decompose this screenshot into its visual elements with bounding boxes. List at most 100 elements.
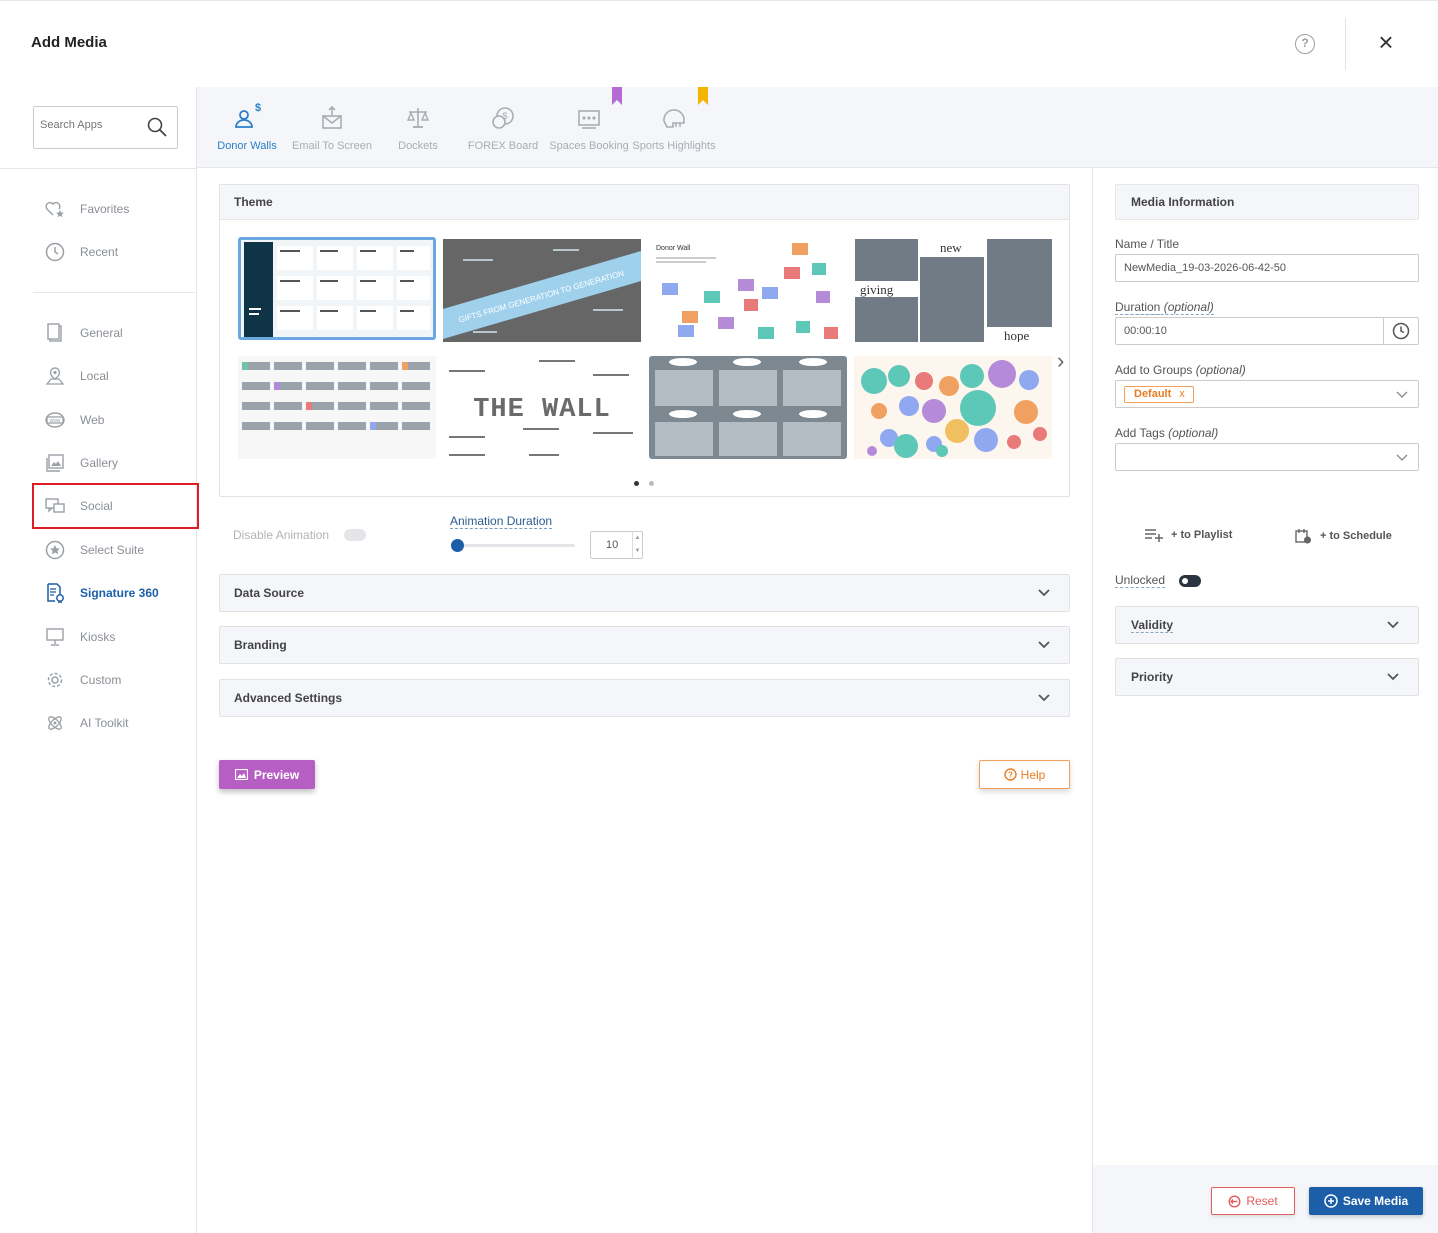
- app-sports-highlights[interactable]: Sports Highlights: [631, 99, 717, 152]
- theme-thumb-3[interactable]: Donor Wall: [648, 239, 846, 342]
- sidebar-item-select-suite[interactable]: Select Suite: [44, 539, 144, 561]
- help-button[interactable]: ? Help: [979, 760, 1070, 789]
- slider-handle[interactable]: [451, 539, 464, 552]
- sidebar-item-gallery[interactable]: Gallery: [44, 452, 118, 474]
- duration-value: 10: [606, 539, 619, 551]
- chip-remove-icon[interactable]: x: [1179, 388, 1185, 400]
- theme-thumb-6[interactable]: THE WALL: [443, 356, 641, 459]
- page-dot[interactable]: [649, 481, 654, 486]
- tags-select[interactable]: [1115, 443, 1419, 471]
- tags-label: Add Tags (optional): [1115, 426, 1218, 440]
- groups-select[interactable]: Default x: [1115, 380, 1419, 408]
- search-input[interactable]: [40, 119, 140, 131]
- sidebar-item-label: Favorites: [80, 202, 130, 216]
- theme-preview-art: [649, 356, 847, 459]
- search-icon[interactable]: [147, 117, 167, 137]
- theme-thumb-8[interactable]: [854, 356, 1052, 459]
- section-data-source[interactable]: Data Source: [219, 574, 1070, 612]
- question-circle-icon[interactable]: ?: [1295, 34, 1315, 54]
- optional-text: (optional): [1195, 363, 1246, 377]
- page-dot-active[interactable]: [634, 481, 639, 486]
- app-donor-walls[interactable]: $ Donor Walls: [204, 99, 290, 152]
- sidebar-item-label: Kiosks: [80, 630, 116, 644]
- number-stepper[interactable]: ▲ ▼: [632, 532, 642, 558]
- theme-thumb-5[interactable]: [238, 356, 436, 459]
- search-divider: [0, 168, 197, 169]
- currency-icon: $: [460, 99, 546, 131]
- sidebar-item-label: General: [80, 326, 123, 340]
- sidebar-item-favorites[interactable]: Favorites: [44, 198, 129, 220]
- gear-icon: [44, 669, 66, 691]
- section-advanced-settings[interactable]: Advanced Settings: [219, 679, 1070, 717]
- theme-preview-art: [854, 356, 1052, 459]
- sidebar-item-label: Web: [80, 413, 105, 427]
- optional-text: (optional): [1163, 300, 1214, 314]
- chevron-down-icon: [1396, 391, 1408, 398]
- name-title-input[interactable]: NewMedia_19-03-2026-06-42-50: [1115, 254, 1419, 282]
- theme-thumb-1[interactable]: [238, 237, 436, 340]
- sidebar-item-recent[interactable]: Recent: [44, 241, 118, 263]
- section-priority[interactable]: Priority: [1115, 658, 1419, 696]
- close-icon[interactable]: ×: [1374, 29, 1398, 55]
- section-branding[interactable]: Branding: [219, 626, 1070, 664]
- section-title: Validity: [1131, 618, 1174, 633]
- sidebar-item-label: Gallery: [80, 456, 119, 470]
- sidebar-item-general[interactable]: General: [44, 322, 123, 344]
- add-to-playlist-button[interactable]: + to Playlist: [1145, 528, 1232, 542]
- theme-preview-art: new giving hope: [854, 239, 1052, 342]
- disable-animation-label: Disable Animation: [233, 528, 330, 542]
- thumb-title-text: THE WALL: [473, 395, 611, 425]
- unlocked-toggle[interactable]: [1179, 575, 1201, 587]
- sidebar-item-local[interactable]: Local: [44, 365, 109, 387]
- section-validity[interactable]: Validity: [1115, 606, 1419, 644]
- section-title: Advanced Settings: [234, 691, 343, 705]
- duration-label-text: Duration: [1115, 300, 1161, 315]
- thumb-word-text: giving: [860, 282, 894, 297]
- group-chip-default: Default x: [1124, 386, 1194, 403]
- section-title: Priority: [1131, 670, 1174, 684]
- groups-label: Add to Groups (optional): [1115, 363, 1246, 377]
- sidebar-item-ai-toolkit[interactable]: AI Toolkit: [44, 712, 128, 734]
- chip-label: Default: [1134, 388, 1172, 400]
- sidebar-item-kiosks[interactable]: Kiosks: [44, 626, 115, 648]
- animation-duration-slider[interactable]: [455, 544, 575, 547]
- sidebar-item-label: AI Toolkit: [80, 716, 129, 730]
- duration-input[interactable]: 00:00:10: [1115, 317, 1419, 345]
- sidebar-item-signature-360[interactable]: Signature 360: [44, 582, 159, 604]
- save-label: Save Media: [1342, 1194, 1409, 1208]
- preview-button[interactable]: Preview: [219, 760, 315, 789]
- disable-animation-toggle[interactable]: [344, 529, 366, 541]
- preview-label: Preview: [253, 767, 300, 782]
- clock-picker-button[interactable]: [1383, 318, 1418, 344]
- app-email-to-screen[interactable]: Email To Screen: [289, 99, 375, 152]
- theme-thumb-2[interactable]: GIFTS FROM GENERATION TO GENERATION: [443, 239, 641, 342]
- sidebar-item-label: Select Suite: [80, 543, 145, 557]
- theme-thumb-4[interactable]: new giving hope: [854, 239, 1052, 342]
- app-label: FOREX Board: [467, 140, 539, 152]
- app-forex-board[interactable]: $ FOREX Board: [460, 99, 546, 152]
- playlist-add-icon: [1145, 529, 1163, 542]
- add-to-schedule-button[interactable]: + to Schedule: [1295, 528, 1392, 544]
- sidebar-item-web[interactable]: www Web: [44, 409, 104, 431]
- app-label: Donor Walls: [217, 140, 277, 152]
- scales-icon: [375, 99, 461, 131]
- app-spaces-booking[interactable]: Spaces Booking: [546, 99, 632, 152]
- to-playlist-label: + to Playlist: [1171, 529, 1233, 541]
- animation-duration-input[interactable]: 10 ▲ ▼: [590, 531, 643, 559]
- chevron-right-icon[interactable]: ›: [1057, 348, 1064, 374]
- sidebar-item-custom[interactable]: Custom: [44, 669, 121, 691]
- search-box[interactable]: [33, 106, 178, 149]
- theme-thumb-7[interactable]: [649, 356, 847, 459]
- help-label: Help: [1020, 767, 1046, 782]
- active-item-highlight: [32, 483, 199, 529]
- media-info-panel: Media Information Name / Title NewMedia_…: [1092, 168, 1438, 1233]
- donor-icon: $: [204, 99, 290, 131]
- new-badge-ribbon: [612, 87, 622, 105]
- duration-label: Duration (optional): [1115, 300, 1214, 315]
- theme-panel: Theme GIFTS FROM GENERATION TO GENERATIO…: [219, 184, 1070, 497]
- save-media-button[interactable]: Save Media: [1309, 1187, 1423, 1215]
- chevron-down-icon: [1387, 673, 1399, 681]
- app-dockets[interactable]: Dockets: [375, 99, 461, 152]
- reset-button[interactable]: Reset: [1211, 1187, 1295, 1215]
- animation-duration-label: Animation Duration: [450, 514, 553, 529]
